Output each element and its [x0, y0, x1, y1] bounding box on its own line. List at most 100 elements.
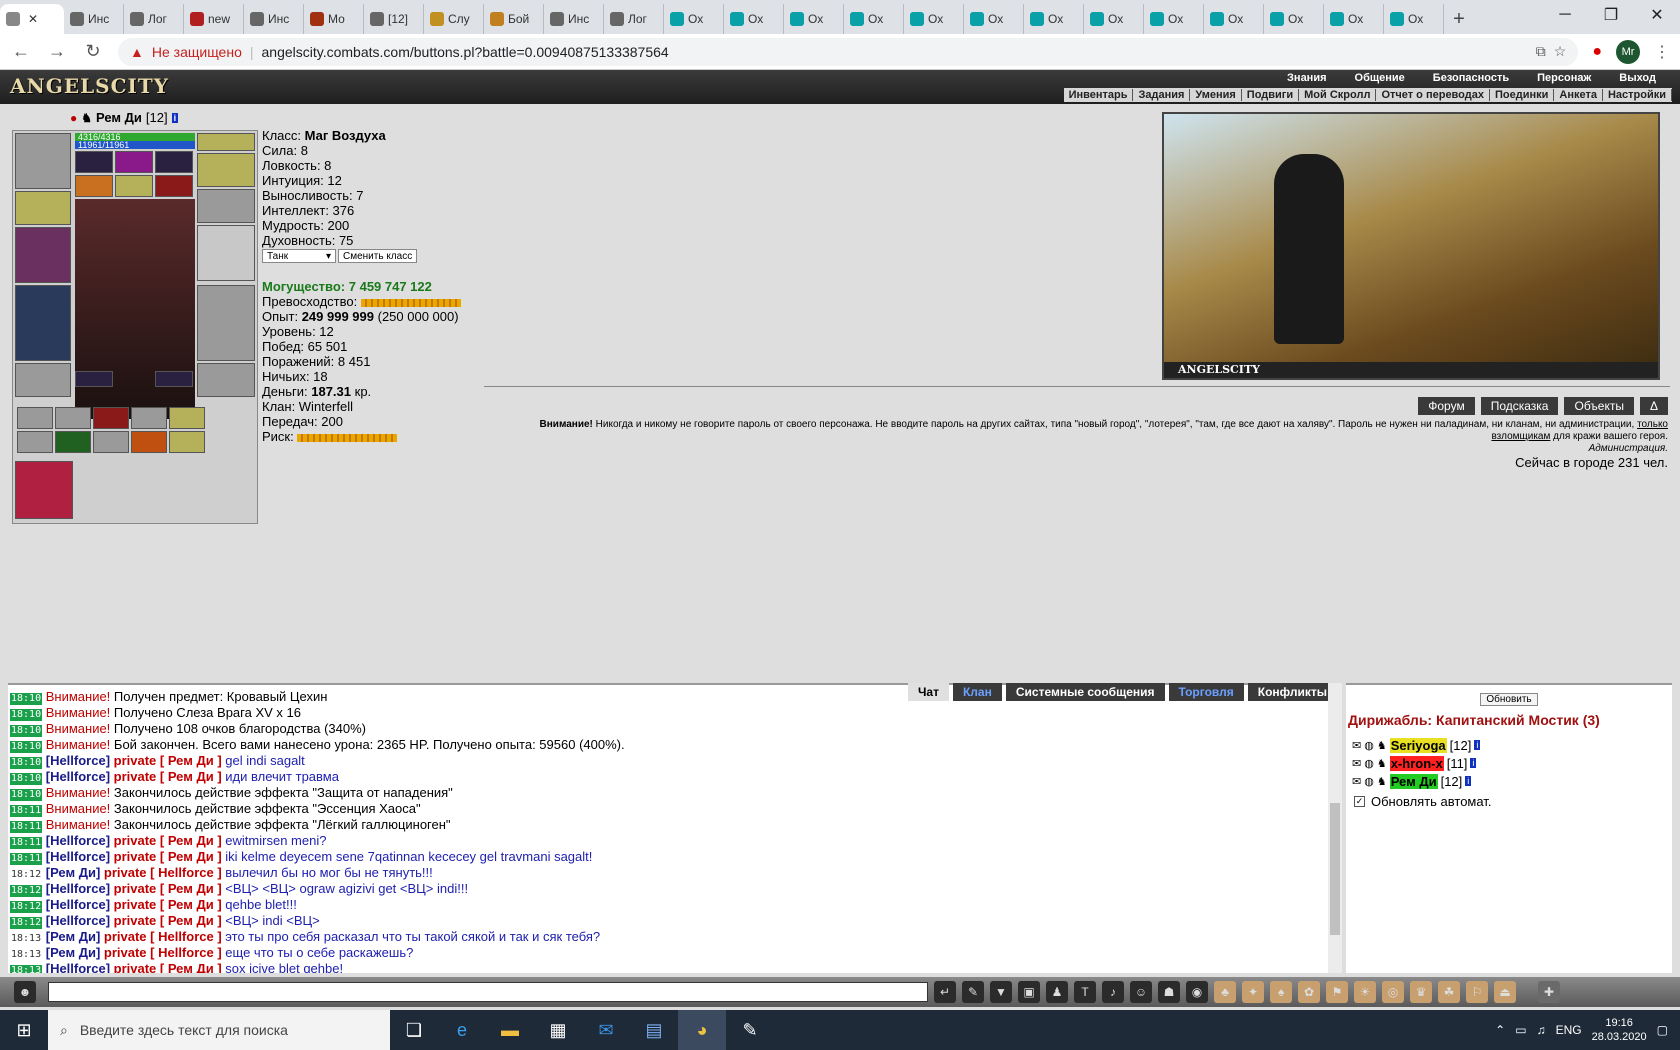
offhand-slot[interactable]	[197, 225, 255, 281]
belt-item-slot[interactable]	[93, 431, 129, 453]
chat-private-target[interactable]: private [ Рем Ди ]	[114, 913, 222, 928]
menu-kebab-icon[interactable]: ⋮	[1654, 42, 1670, 62]
browser-tab[interactable]: Ох	[784, 4, 844, 34]
browser-tab[interactable]: Инс	[244, 4, 304, 34]
sub-menu-item[interactable]: Подвиги	[1242, 89, 1300, 101]
chat-sender[interactable]: [Hellforce]	[46, 849, 110, 864]
scroll-thumb[interactable]	[1330, 803, 1340, 935]
sub-menu-item[interactable]: Умения	[1190, 89, 1242, 101]
browser-tab[interactable]: Ох	[664, 4, 724, 34]
chat-private-target[interactable]: private [ Рем Ди ]	[114, 961, 222, 973]
belt-item-slot[interactable]	[169, 431, 205, 453]
ring-slot[interactable]	[197, 153, 255, 187]
belt-item-slot[interactable]	[17, 407, 53, 429]
right-nav-button[interactable]: Форум	[1418, 397, 1475, 415]
back-icon[interactable]: ←	[10, 41, 32, 62]
mask-icon[interactable]: ☗	[1158, 981, 1180, 1003]
quick-item-icon[interactable]: ✿	[1298, 981, 1320, 1003]
armor-slot[interactable]	[15, 285, 71, 361]
filter-icon[interactable]: ▼	[990, 981, 1012, 1003]
chat-time[interactable]: 18:11	[10, 837, 43, 849]
edge-icon[interactable]: e	[438, 1010, 486, 1050]
rune-slot[interactable]	[75, 371, 113, 387]
bracers-slot[interactable]	[197, 189, 255, 223]
clan-icon[interactable]: ◍	[1364, 757, 1374, 770]
clear-icon[interactable]: ✎	[962, 981, 984, 1003]
opera-icon[interactable]: ●	[1592, 43, 1602, 61]
right-nav-button[interactable]: Δ	[1639, 397, 1668, 415]
chat-sender[interactable]: [Hellforce]	[46, 913, 110, 928]
chat-time[interactable]: 18:12	[10, 917, 43, 929]
chat-tab[interactable]: Торговля	[1168, 683, 1244, 701]
fighter-icon[interactable]: ♟	[1046, 981, 1068, 1003]
quick-item-icon[interactable]: ⚑	[1326, 981, 1348, 1003]
chat-sender[interactable]: [Hellforce]	[46, 961, 110, 973]
browser-tab[interactable]: Мо	[304, 4, 364, 34]
belt-item-slot[interactable]	[131, 407, 167, 429]
private-message-icon[interactable]: ✉	[1352, 775, 1361, 788]
chat-time[interactable]: 18:10	[10, 757, 43, 769]
browser-tab[interactable]: new	[184, 4, 244, 34]
mail-icon[interactable]: ✉	[582, 1010, 630, 1050]
quick-item-icon[interactable]: ⚐	[1466, 981, 1488, 1003]
info-icon[interactable]: i	[171, 112, 179, 123]
smiley-icon[interactable]: ☺	[1130, 981, 1152, 1003]
chat-private-target[interactable]: private [ Hellforce ]	[104, 929, 222, 944]
browser-tab[interactable]: Ох	[1384, 4, 1444, 34]
browser-tab[interactable]: Ох	[964, 4, 1024, 34]
browser-tab[interactable]: Ох	[844, 4, 904, 34]
quick-item-icon[interactable]: ☀	[1354, 981, 1376, 1003]
save-log-icon[interactable]: ▣	[1018, 981, 1040, 1003]
effect-slot[interactable]	[75, 175, 113, 197]
chat-time[interactable]: 18:10	[10, 789, 43, 801]
right-nav-button[interactable]: Подсказка	[1480, 397, 1559, 415]
chat-sender[interactable]: [Рем Ди]	[46, 865, 101, 880]
belt-slot[interactable]	[15, 363, 71, 397]
chat-time[interactable]: 18:10	[10, 773, 43, 785]
browser-tab[interactable]: Инс	[544, 4, 604, 34]
smile-menu-icon[interactable]: ☻	[14, 981, 36, 1003]
private-message-icon[interactable]: ✉	[1352, 739, 1361, 752]
bookmark-star-icon[interactable]: ☆	[1554, 43, 1567, 60]
gloves-slot[interactable]	[15, 191, 71, 225]
language-indicator[interactable]: ENG	[1556, 1023, 1582, 1037]
close-icon[interactable]: ✕	[1634, 0, 1680, 30]
profile-avatar[interactable]: Mr	[1616, 39, 1640, 64]
chat-private-target[interactable]: private [ Рем Ди ]	[114, 753, 222, 768]
belt-item-slot[interactable]	[17, 431, 53, 453]
url-field[interactable]: ▲ Не защищено | angelscity.combats.com/b…	[118, 37, 1579, 66]
clan-icon[interactable]: ◍	[1364, 739, 1374, 752]
browser-tab[interactable]: Слу	[424, 4, 484, 34]
new-tab-button[interactable]: +	[1444, 4, 1474, 34]
clock[interactable]: 19:16 28.03.2020	[1592, 1016, 1647, 1044]
belt-item-slot[interactable]	[55, 407, 91, 429]
top-menu-item[interactable]: Общение	[1341, 72, 1419, 84]
helmet-slot[interactable]	[15, 133, 71, 189]
notifications-icon[interactable]: ▢	[1657, 1023, 1668, 1037]
sub-menu-item[interactable]: Анкета	[1554, 89, 1603, 101]
info-icon[interactable]: i	[1470, 758, 1477, 768]
refresh-button[interactable]: Обновить	[1480, 693, 1538, 706]
clan-icon[interactable]: ♞	[81, 111, 92, 125]
chat-time[interactable]: 18:11	[10, 805, 43, 817]
chat-tab[interactable]: Системные сообщения	[1005, 683, 1165, 701]
chat-time[interactable]: 18:12	[10, 869, 42, 881]
chat-time[interactable]: 18:10	[10, 709, 43, 721]
browser-tab[interactable]: Ох	[1264, 4, 1324, 34]
location-scene[interactable]: ANGELSCITY	[1162, 112, 1660, 380]
browser-tab[interactable]: Ох	[904, 4, 964, 34]
windows-start-icon[interactable]: ⊞	[0, 1010, 48, 1050]
effect-slot[interactable]	[115, 175, 153, 197]
app-icon[interactable]: ▤	[630, 1010, 678, 1050]
reload-icon[interactable]: ↻	[82, 41, 104, 62]
puzzle-icon[interactable]: ✚	[1538, 981, 1560, 1003]
send-icon[interactable]: ↵	[934, 981, 956, 1003]
game-logo[interactable]: ANGELSCITY	[10, 74, 169, 98]
paint-icon[interactable]: ✎	[726, 1010, 774, 1050]
quick-item-icon[interactable]: ◎	[1382, 981, 1404, 1003]
maximize-icon[interactable]: ❐	[1588, 0, 1634, 30]
private-message-icon[interactable]: ✉	[1352, 757, 1361, 770]
browser-tab[interactable]: Инс	[64, 4, 124, 34]
chat-time[interactable]: 18:11	[10, 853, 43, 865]
effect-slot[interactable]	[155, 175, 193, 197]
